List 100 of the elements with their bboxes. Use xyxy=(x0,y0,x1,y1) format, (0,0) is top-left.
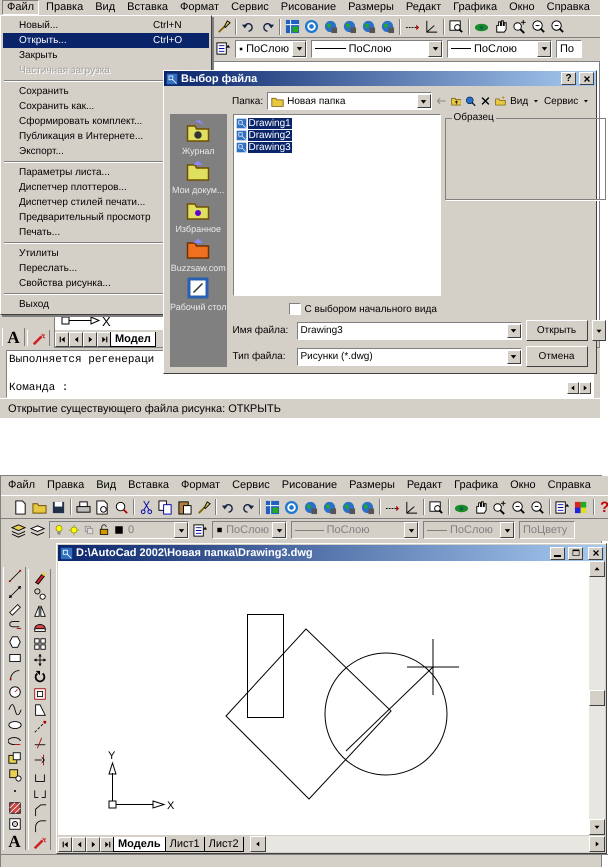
menu-item[interactable]: Сохранить xyxy=(3,84,158,99)
menu-item[interactable]: Размеры xyxy=(344,478,400,493)
stick-icon[interactable] xyxy=(32,332,46,346)
menu-item[interactable]: Переслать... xyxy=(3,261,158,276)
magnifier-icon[interactable] xyxy=(114,500,129,514)
menu-item[interactable]: Сервис xyxy=(226,0,274,15)
page-magnifier-icon[interactable] xyxy=(95,500,110,514)
globe-icon[interactable] xyxy=(323,19,338,34)
menu-item[interactable]: Сохранить как... xyxy=(3,99,158,114)
clipboard-icon[interactable] xyxy=(177,500,192,514)
layout-tab[interactable]: Лист2 xyxy=(204,837,244,852)
menu-item[interactable]: Окно xyxy=(504,0,540,15)
close-button[interactable] xyxy=(579,72,594,85)
mirror-triangles-icon[interactable] xyxy=(32,604,46,618)
zoom-icon[interactable] xyxy=(511,500,526,514)
file-type-dropdown[interactable]: Рисунки (*.dwg) xyxy=(296,348,522,366)
menu-item[interactable]: Новый... Ctrl+N xyxy=(3,18,209,33)
menu-item[interactable]: Редакт xyxy=(400,0,446,15)
zoom-icon[interactable] xyxy=(531,19,546,34)
stretch-icon[interactable] xyxy=(32,703,46,718)
dashed-line-icon[interactable] xyxy=(32,720,46,734)
page-icon[interactable] xyxy=(13,500,28,514)
menu-item[interactable]: Графика xyxy=(449,478,504,493)
menu-item[interactable]: Окно xyxy=(505,478,541,493)
circles-icon[interactable] xyxy=(32,587,46,602)
menu-item[interactable]: Справка xyxy=(542,478,596,493)
palette-icon[interactable] xyxy=(574,500,589,514)
help-button[interactable]: ? xyxy=(600,498,608,516)
delete-icon[interactable] xyxy=(480,94,492,108)
block-insert-icon[interactable] xyxy=(8,751,22,766)
vertical-scrollbar[interactable] xyxy=(589,561,606,835)
zoom-icon[interactable] xyxy=(530,500,545,514)
menu-item[interactable]: Формат xyxy=(175,0,224,15)
globe-icon[interactable] xyxy=(380,19,395,34)
menu-item[interactable]: Сформировать комплект... xyxy=(3,114,158,129)
layout-tab[interactable]: Модель xyxy=(113,837,166,852)
folder-dropdown[interactable]: Новая папка xyxy=(267,92,432,110)
layout-tab[interactable]: Модел xyxy=(110,332,156,347)
globe-icon[interactable] xyxy=(341,500,356,514)
open-button[interactable]: Открыть xyxy=(526,320,588,341)
slanted-bar-icon[interactable] xyxy=(8,602,22,616)
menu-item[interactable]: Редакт xyxy=(402,478,448,493)
folder-clock-icon[interactable] xyxy=(186,120,210,144)
linetype-dropdown[interactable]: ПоСлою xyxy=(311,40,443,58)
menu-item[interactable]: Выход xyxy=(3,297,158,312)
properties-icon[interactable] xyxy=(555,500,570,514)
search-icon[interactable] xyxy=(465,94,476,108)
layers-icon[interactable] xyxy=(11,522,26,538)
brush-icon[interactable] xyxy=(216,19,231,34)
open-options-button[interactable] xyxy=(592,320,606,341)
brush-icon[interactable] xyxy=(196,500,211,514)
close-button[interactable] xyxy=(588,546,604,560)
next-button[interactable] xyxy=(86,837,100,852)
file-item[interactable]: Drawing1 xyxy=(248,118,292,128)
line-icon[interactable] xyxy=(8,568,22,582)
text-tool-button[interactable]: A xyxy=(7,330,20,346)
zoom-in-icon[interactable] xyxy=(512,19,527,34)
text-tool-button[interactable]: A xyxy=(8,834,21,850)
first-page-button[interactable] xyxy=(58,837,72,852)
four-way-arrow-icon[interactable] xyxy=(32,653,46,668)
menu-item[interactable]: Справка xyxy=(542,0,595,15)
menu-item[interactable]: Утилиты xyxy=(3,246,158,261)
plot-style-dropdown[interactable]: По xyxy=(556,40,582,58)
scale-squares-icon[interactable] xyxy=(32,686,46,701)
color-dropdown[interactable]: ПоСлою xyxy=(235,40,307,58)
desktop-icon[interactable] xyxy=(186,276,210,300)
stick-icon[interactable] xyxy=(32,836,46,850)
horizontal-scrollbar[interactable] xyxy=(250,836,606,852)
minimize-button[interactable] xyxy=(550,546,566,560)
menu-item[interactable]: Формат xyxy=(176,478,226,493)
cancel-button[interactable]: Отмена xyxy=(526,346,588,367)
circle-icon[interactable] xyxy=(8,684,22,699)
menu-item[interactable]: Правка xyxy=(41,0,88,15)
first-page-button[interactable] xyxy=(55,332,69,347)
globe-icon[interactable] xyxy=(342,19,357,34)
angle-icon[interactable] xyxy=(404,500,419,514)
folder-icon[interactable] xyxy=(186,159,210,183)
new-folder-icon[interactable] xyxy=(495,94,506,108)
next-button[interactable] xyxy=(83,332,97,347)
grid-squares-icon[interactable] xyxy=(32,636,46,651)
eraser-icon[interactable] xyxy=(32,570,46,584)
menu-item[interactable]: Вставка xyxy=(123,478,174,493)
menu-item[interactable]: Свойства рисунка... xyxy=(3,276,158,291)
fillet-icon[interactable] xyxy=(32,819,46,834)
menu-item[interactable]: Файл xyxy=(3,478,40,493)
menu-item[interactable]: Открыть... Ctrl+O xyxy=(3,33,209,48)
file-item[interactable]: Drawing3 xyxy=(248,142,292,152)
rotate-arrow-icon[interactable] xyxy=(32,670,46,684)
printer-icon[interactable] xyxy=(76,500,91,514)
trim-icon[interactable] xyxy=(32,736,46,750)
menu-item[interactable]: Диспетчер стилей печати... xyxy=(3,195,158,210)
previous-button[interactable] xyxy=(69,332,83,347)
angle-icon[interactable] xyxy=(424,19,439,34)
zoom-icon[interactable] xyxy=(550,19,565,34)
menu-item[interactable]: Вставка xyxy=(122,0,174,15)
menu-item[interactable]: Сервис xyxy=(227,478,275,493)
hexagon-icon[interactable] xyxy=(8,634,22,649)
scissors-icon[interactable] xyxy=(139,500,154,514)
menu-item[interactable]: Вид xyxy=(91,478,122,493)
help-button[interactable]: ? xyxy=(561,72,576,85)
